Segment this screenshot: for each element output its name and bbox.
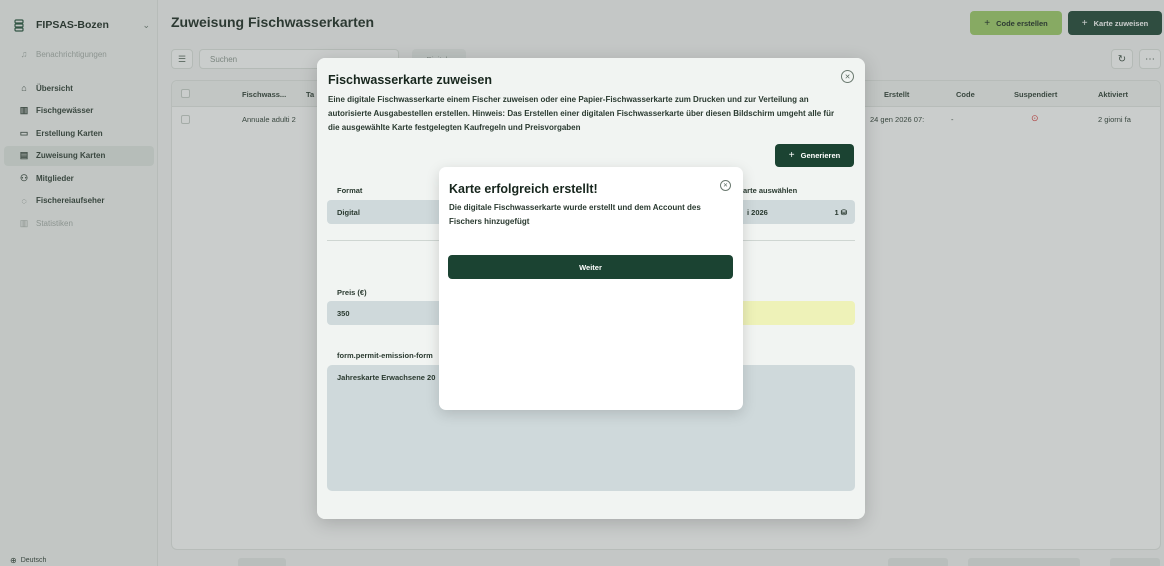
database-icon: ⛁ — [840, 207, 847, 217]
form-label: form.permit-emission-form — [337, 351, 433, 360]
close-icon[interactable]: ✕ — [720, 180, 731, 191]
card-count: 1 ⛁ — [834, 207, 847, 217]
modal-description: Eine digitale Fischwasserkarte einem Fis… — [328, 95, 835, 132]
plus-icon: + — [788, 150, 795, 161]
format-value: Digital — [337, 207, 360, 217]
card-select[interactable]: i 2026 1 ⛁ — [737, 200, 855, 224]
modal-title: Fischwasserkarte zuweisen — [328, 73, 492, 87]
price-input[interactable]: 350 — [327, 301, 447, 325]
close-icon[interactable]: ✕ — [841, 70, 854, 83]
card-select-value: i 2026 — [747, 207, 768, 217]
success-dialog: Karte erfolgreich erstellt! ✕ Die digita… — [439, 167, 743, 410]
highlighted-field[interactable] — [737, 301, 855, 325]
success-title: Karte erfolgreich erstellt! — [449, 182, 598, 196]
generate-button[interactable]: + Generieren — [775, 144, 854, 167]
form-value: Jahreskarte Erwachsene 20 — [337, 373, 436, 382]
continue-button[interactable]: Weiter — [448, 255, 733, 279]
price-label: Preis (€) — [337, 288, 367, 297]
price-value: 350 — [337, 308, 350, 318]
format-select[interactable]: Digital — [327, 200, 447, 224]
format-label: Format — [337, 186, 363, 195]
card-select-label: arte auswählen — [743, 186, 798, 195]
success-message: Die digitale Fischwasserkarte wurde erst… — [449, 203, 701, 226]
generate-label: Generieren — [800, 151, 841, 160]
